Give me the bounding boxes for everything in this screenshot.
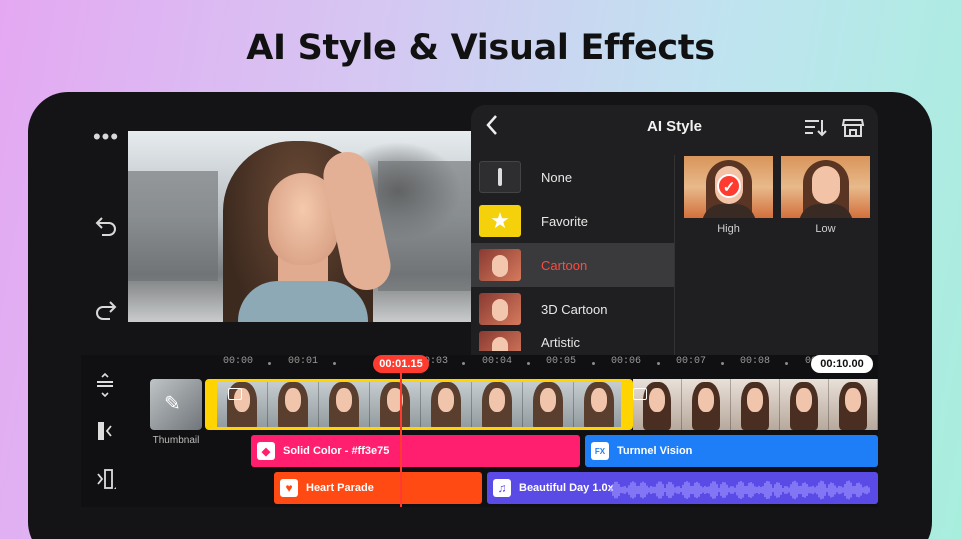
image-icon — [633, 388, 647, 400]
style-item-artistic[interactable]: Artistic — [471, 331, 674, 351]
bucket-icon: ◆ — [257, 442, 275, 460]
fx-icon: FX — [591, 442, 609, 460]
track-label: Solid Color - #ff3e75 — [283, 445, 390, 457]
track-label: Heart Parade — [306, 482, 374, 494]
music-icon: ♫ — [493, 479, 511, 497]
track-label: Beautiful Day 1.0x — [519, 482, 614, 494]
heart-icon: ♥ — [280, 479, 298, 497]
clip-frame — [731, 379, 780, 430]
track-solid-color[interactable]: ◆ Solid Color - #ff3e75 — [251, 435, 580, 467]
clip-frame — [829, 379, 878, 430]
check-icon: ✓ — [717, 174, 741, 198]
subject-top — [238, 281, 368, 322]
style-item-cartoon[interactable]: Cartoon — [471, 243, 674, 287]
video-preview[interactable] — [128, 131, 471, 322]
ruler-dot — [527, 362, 530, 365]
cartoon-thumbnail — [479, 249, 521, 281]
ruler-dot — [657, 362, 660, 365]
style-item-none[interactable]: None — [471, 155, 674, 199]
3d-cartoon-thumbnail — [479, 293, 521, 325]
ruler-dot — [268, 362, 271, 365]
style-label: Cartoon — [541, 257, 588, 273]
more-icon[interactable]: ••• — [91, 126, 121, 155]
level-high[interactable]: ✓ High — [684, 156, 773, 235]
track-tunnel-vision[interactable]: FX Turnnel Vision — [585, 435, 878, 467]
star-icon: ★ — [479, 205, 521, 237]
ruler-label: 00:08 — [740, 356, 771, 367]
edit-icon: ✎ — [164, 393, 181, 415]
playhead-time: 00:01.15 — [373, 355, 429, 373]
style-label: Favorite — [541, 213, 588, 229]
duration-badge: 00:10.00 — [811, 355, 873, 373]
style-list: None ★ Favorite Cartoon 3D Cartoon Artis… — [471, 155, 675, 355]
style-label: Artistic — [541, 335, 580, 350]
store-icon[interactable] — [841, 116, 865, 138]
undo-icon[interactable] — [91, 214, 121, 238]
split-track-icon[interactable] — [93, 372, 117, 398]
clip-frame — [682, 379, 731, 430]
ruler-dot — [785, 362, 788, 365]
level-low[interactable]: Low — [781, 156, 870, 235]
video-clip[interactable] — [633, 379, 878, 430]
ruler-label: 00:00 — [223, 356, 254, 367]
panel-header: AI Style — [471, 105, 878, 151]
ruler-dot — [333, 362, 336, 365]
style-item-favorite[interactable]: ★ Favorite — [471, 199, 674, 243]
style-item-3d-cartoon[interactable]: 3D Cartoon — [471, 287, 674, 331]
thumbnail-tile[interactable]: ✎ — [150, 379, 202, 430]
level-label: High — [717, 223, 740, 235]
ruler-dot — [721, 362, 724, 365]
ruler-dot — [462, 362, 465, 365]
sort-icon[interactable] — [803, 117, 827, 139]
headline: AI Style & Visual Effects — [246, 28, 715, 68]
trim-start-icon[interactable] — [93, 419, 117, 443]
audio-waveform — [610, 480, 870, 500]
clip-selection-frame[interactable] — [205, 379, 633, 430]
ruler-label: 00:05 — [546, 356, 577, 367]
level-label: Low — [815, 223, 836, 235]
ai-style-panel: AI Style None ★ Favorite Cartoon 3D Cart… — [471, 105, 878, 355]
level-low-thumbnail — [781, 156, 870, 218]
clip-frame — [780, 379, 829, 430]
ruler-label: 00:06 — [611, 356, 642, 367]
image-icon — [228, 388, 242, 400]
ruler-dot — [592, 362, 595, 365]
style-label: None — [541, 169, 573, 185]
playhead[interactable] — [400, 373, 402, 507]
clip-frame — [633, 379, 682, 430]
style-label: 3D Cartoon — [541, 301, 608, 317]
ruler-label: 00:07 — [676, 356, 707, 367]
redo-icon[interactable] — [91, 298, 121, 322]
ruler-label: 00:01 — [288, 356, 319, 367]
level-high-thumbnail: ✓ — [684, 156, 773, 218]
artistic-thumbnail — [479, 331, 521, 351]
thumbnail-label: Thumbnail — [152, 435, 200, 446]
none-icon — [479, 161, 521, 193]
track-heart-parade[interactable]: ♥ Heart Parade — [274, 472, 482, 504]
waveform-path — [610, 480, 870, 500]
trim-end-icon[interactable] — [93, 467, 118, 491]
track-label: Turnnel Vision — [617, 445, 693, 457]
ruler-label: 00:04 — [482, 356, 513, 367]
